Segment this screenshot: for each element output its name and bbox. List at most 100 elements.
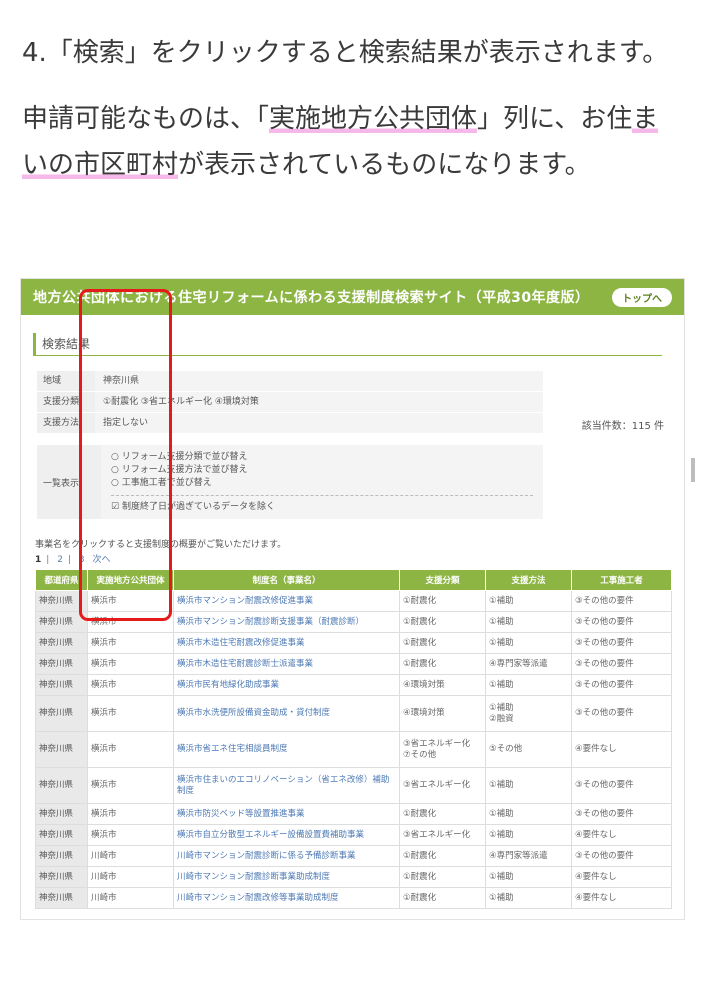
table-row: 神奈川県 川崎市 川崎市マンション耐震診断事業助成制度 ①耐震化 ①補助 ④要件なし [35, 866, 672, 888]
support-method-cell: ①補助 [485, 611, 572, 633]
contractor-cell: ④要件なし [571, 731, 672, 768]
column-header: 制度名（事業名） [173, 569, 400, 591]
support-category-cell: ④環境対策 [399, 695, 486, 732]
contractor-cell: ③その他の要件 [571, 767, 672, 804]
contractor-cell: ④要件なし [571, 824, 672, 846]
support-category-cell: ③省エネルギー化 ⑦その他 [399, 731, 486, 768]
contractor-cell: ③その他の要件 [571, 803, 672, 825]
municipality-cell: 横浜市 [87, 695, 174, 732]
support-category-cell: ①耐震化 [399, 611, 486, 633]
contractor-cell: ③その他の要件 [571, 674, 672, 696]
program-name-link[interactable]: 横浜市水洗便所設備資金助成・貸付制度 [173, 695, 400, 732]
prefecture-cell: 神奈川県 [35, 824, 88, 846]
prefecture-cell: 神奈川県 [35, 731, 88, 768]
program-name-link[interactable]: 横浜市マンション耐震診断支援事業（耐震診断） [173, 611, 400, 633]
municipality-cell: 横浜市 [87, 674, 174, 696]
program-name-link[interactable]: 川崎市マンション耐震診断に係る予備診断事業 [173, 845, 400, 867]
support-category-cell: ①耐震化 [399, 590, 486, 612]
explanation-text-2: 」列に、お住 [477, 104, 633, 134]
support-method-cell: ④専門家等派遣 [485, 653, 572, 675]
highlight-frame-municipality-column [79, 289, 172, 621]
support-category-cell: ①耐震化 [399, 632, 486, 654]
program-name-link[interactable]: 横浜市民有地緑化助成事業 [173, 674, 400, 696]
table-row: 神奈川県 横浜市 横浜市木造住宅耐震診断士派遣事業 ①耐震化 ④専門家等派遣 ③その他の要… [35, 653, 672, 675]
support-method-cell: ①補助 [485, 887, 572, 909]
page-link[interactable]: 2 [57, 555, 63, 565]
program-name-link[interactable]: 横浜市省エネ住宅相談員制度 [173, 731, 400, 768]
program-name-link[interactable]: 川崎市マンション耐震診断事業助成制度 [173, 866, 400, 888]
column-header: 工事施工者 [571, 569, 672, 591]
program-name-link[interactable]: 横浜市木造住宅耐震改修促進事業 [173, 632, 400, 654]
program-name-link[interactable]: 横浜市木造住宅耐震診断士派遣事業 [173, 653, 400, 675]
table-row: 神奈川県 横浜市 横浜市木造住宅耐震改修促進事業 ①耐震化 ①補助 ③その他の要件 [35, 632, 672, 654]
highlight-column-name: 実施地方公共団体 [269, 104, 478, 134]
support-method-cell: ①補助 [485, 803, 572, 825]
support-category-cell: ①耐震化 [399, 887, 486, 909]
municipality-cell: 横浜市 [87, 653, 174, 675]
page-current: 1 [35, 555, 42, 565]
contractor-cell: ③その他の要件 [571, 653, 672, 675]
contractor-cell: ④要件なし [571, 887, 672, 909]
divider [111, 495, 533, 496]
municipality-cell: 横浜市 [87, 803, 174, 825]
prefecture-cell: 神奈川県 [35, 866, 88, 888]
municipality-cell: 横浜市 [87, 767, 174, 804]
table-row: 神奈川県 横浜市 横浜市住まいのエコリノベーション（省エネ改修）補助制度 ③省エネルギ… [35, 767, 672, 804]
prefecture-cell: 神奈川県 [35, 767, 88, 804]
support-method-cell: ①補助 [485, 590, 572, 612]
support-method-cell: ①補助 [485, 866, 572, 888]
prefecture-cell: 神奈川県 [35, 845, 88, 867]
sort-option-method[interactable]: ○ リフォーム支援方法で並び替え [111, 464, 533, 477]
column-header: 支援分類 [399, 569, 486, 591]
support-method-cell: ①補助 [485, 632, 572, 654]
support-category-cell: ④環境対策 [399, 674, 486, 696]
contractor-cell: ③その他の要件 [571, 695, 672, 732]
prefecture-cell: 神奈川県 [35, 887, 88, 909]
municipality-cell: 川崎市 [87, 866, 174, 888]
explanation-text-3: が表示されているものになります。 [178, 150, 591, 180]
support-category-cell: ①耐震化 [399, 866, 486, 888]
exclude-expired-option[interactable]: ☑ 制度終了日が過ぎているデータを除く [111, 501, 533, 514]
program-name-link[interactable]: 横浜市防災ベッド等設置推進事業 [173, 803, 400, 825]
article-body: 4.「検索」をクリックすると検索結果が表示されます。 申請可能なものは、「実施地… [22, 30, 682, 188]
municipality-cell: 横浜市 [87, 824, 174, 846]
table-row: 神奈川県 川崎市 川崎市マンション耐震診断に係る予備診断事業 ①耐震化 ④専門家等派遣 ③… [35, 845, 672, 867]
prefecture-cell: 神奈川県 [35, 695, 88, 732]
table-body: 神奈川県 横浜市 横浜市マンション耐震改修促進事業 ①耐震化 ①補助 ③その他の要件 神奈川… [35, 590, 672, 909]
program-name-link[interactable]: 横浜市自立分散型エネルギー設備設置費補助事業 [173, 824, 400, 846]
support-category-cell: ①耐震化 [399, 803, 486, 825]
prefecture-cell: 神奈川県 [35, 674, 88, 696]
result-count: 該当件数：115 件 [581, 421, 664, 432]
municipality-cell: 横浜市 [87, 632, 174, 654]
contractor-cell: ③その他の要件 [571, 611, 672, 633]
step-paragraph: 4.「検索」をクリックすると検索結果が表示されます。 [22, 38, 669, 68]
program-name-link[interactable]: 横浜市マンション耐震改修促進事業 [173, 590, 400, 612]
contractor-cell: ③その他の要件 [571, 632, 672, 654]
column-header: 支援方法 [485, 569, 572, 591]
municipality-cell: 川崎市 [87, 845, 174, 867]
table-row: 神奈川県 横浜市 横浜市省エネ住宅相談員制度 ③省エネルギー化 ⑦その他 ⑤その他 ④要件な… [35, 731, 672, 768]
explanation-text-1: 申請可能なものは、「 [22, 104, 270, 134]
sort-option-category[interactable]: ○ リフォーム支援分類で並び替え [111, 451, 533, 464]
prefecture-cell: 神奈川県 [35, 653, 88, 675]
table-row: 神奈川県 横浜市 横浜市防災ベッド等設置推進事業 ①耐震化 ①補助 ③その他の要件 [35, 803, 672, 825]
scrollbar[interactable] [691, 458, 695, 482]
support-category-cell: ①耐震化 [399, 845, 486, 867]
contractor-cell: ③その他の要件 [571, 845, 672, 867]
support-category-cell: ①耐震化 [399, 653, 486, 675]
support-method-cell: ①補助 [485, 824, 572, 846]
top-page-button[interactable]: トップへ [612, 287, 672, 307]
municipality-cell: 横浜市 [87, 731, 174, 768]
contractor-cell: ③その他の要件 [571, 590, 672, 612]
prefecture-cell: 神奈川県 [35, 803, 88, 825]
program-name-link[interactable]: 横浜市住まいのエコリノベーション（省エネ改修）補助制度 [173, 767, 400, 804]
table-row: 神奈川県 川崎市 川崎市マンション耐震改修等事業助成制度 ①耐震化 ①補助 ④要件なし [35, 887, 672, 909]
support-category-cell: ③省エネルギー化 [399, 824, 486, 846]
program-name-link[interactable]: 川崎市マンション耐震改修等事業助成制度 [173, 887, 400, 909]
support-category-cell: ③省エネルギー化 [399, 767, 486, 804]
table-row: 神奈川県 横浜市 横浜市水洗便所設備資金助成・貸付制度 ④環境対策 ①補助 ②融資 ③その他… [35, 695, 672, 732]
support-method-cell: ⑤その他 [485, 731, 572, 768]
support-method-cell: ④専門家等派遣 [485, 845, 572, 867]
sort-option-contractor[interactable]: ○ 工事施工者で並び替え [111, 477, 533, 490]
support-method-cell: ①補助 ②融資 [485, 695, 572, 732]
